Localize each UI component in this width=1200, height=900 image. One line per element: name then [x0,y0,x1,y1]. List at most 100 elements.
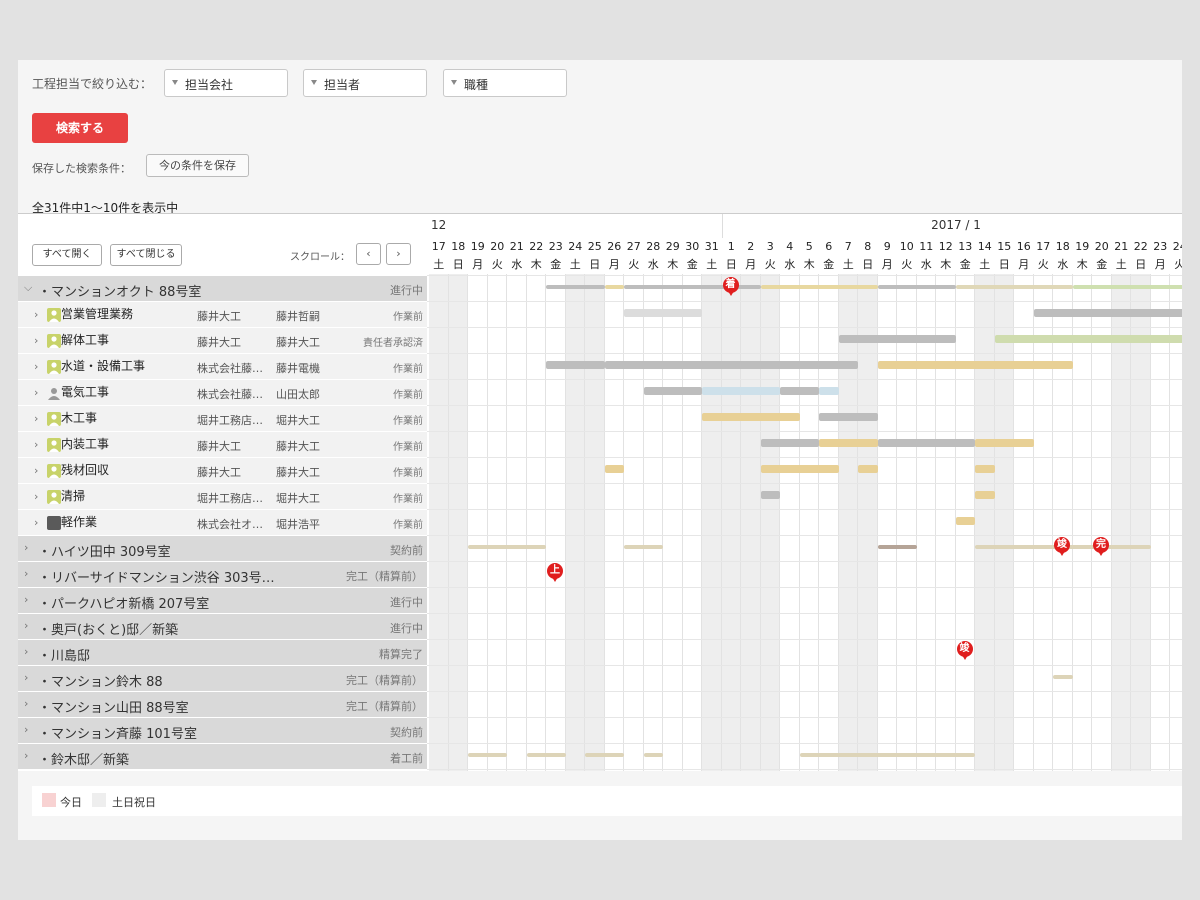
schedule-bar[interactable] [624,309,702,317]
schedule-bar[interactable] [1072,285,1182,289]
project-row[interactable]: › ・マンション斉藤 101号室 契約前 [18,718,427,744]
milestone-marker[interactable]: 着 [722,277,739,296]
schedule-bar[interactable] [546,285,605,289]
chevron-right-icon[interactable]: › [34,360,38,373]
schedule-bar[interactable] [604,285,624,289]
project-row[interactable]: › ・マンション鈴木 88 完工（精算前） [18,666,427,692]
chevron-right-icon[interactable]: › [24,567,28,580]
milestone-marker[interactable]: 竣 [956,641,973,660]
schedule-bar[interactable] [819,413,878,421]
task-row[interactable]: › 清掃 堀井工務店… 堀井大工 作業前 [18,484,427,510]
schedule-bar[interactable] [975,439,1034,447]
schedule-bar[interactable] [643,387,702,395]
day-header: 13 金 [956,238,976,274]
person-select[interactable]: 担当者 [303,69,427,97]
chevron-right-icon[interactable]: › [34,464,38,477]
schedule-bar[interactable] [955,517,975,525]
schedule-bar[interactable] [877,285,956,289]
schedule-bar[interactable] [760,465,839,473]
expand-all-button[interactable]: すべて開く [32,244,102,266]
legend: 今日 土日祝日 [32,786,1182,816]
project-row[interactable]: › ・鈴木邸／新築 着工前 [18,744,427,770]
chevron-right-icon[interactable]: › [24,593,28,606]
schedule-bar[interactable] [624,285,761,289]
task-person: 堀井浩平 [276,518,320,531]
task-row[interactable]: › 解体工事 藤井大工 藤井大工 責任者承認済 [18,328,427,354]
chevron-right-icon[interactable]: › [24,671,28,684]
schedule-bar[interactable] [643,753,663,757]
project-row[interactable]: › ・パークハピオ新橋 207号室 進行中 [18,588,427,614]
schedule-bar[interactable] [468,753,507,757]
company-select[interactable]: 担当会社 [164,69,288,97]
job-select[interactable]: 職種 [443,69,567,97]
schedule-bar[interactable] [702,413,800,421]
milestone-marker[interactable]: 完 [1093,537,1109,556]
task-row[interactable]: › 軽作業 株式会社オ… 堀井浩平 作業前 [18,510,427,536]
chevron-down-icon[interactable]: ⌵ [24,281,32,295]
milestone-marker[interactable]: 竣 [1054,537,1070,556]
task-row[interactable]: › 営業管理業務 藤井大工 藤井哲嗣 作業前 [18,302,427,328]
task-row[interactable]: › 内装工事 藤井大工 藤井大工 作業前 [18,432,427,458]
chevron-right-icon[interactable]: › [34,334,38,347]
schedule-bar[interactable] [702,387,780,395]
chevron-down-icon [451,80,457,85]
row-gridline [427,483,1182,484]
schedule-bar[interactable] [760,491,780,499]
chevron-right-icon[interactable]: › [24,619,28,632]
schedule-bar[interactable] [760,285,878,289]
task-row[interactable]: › 水道・設備工事 株式会社藤… 藤井電機 作業前 [18,354,427,380]
schedule-bar[interactable] [819,439,878,447]
chevron-right-icon[interactable]: › [34,438,38,451]
task-row[interactable]: › 木工事 堀井工務店… 堀井大工 作業前 [18,406,427,432]
schedule-bar[interactable] [468,545,546,549]
schedule-bar[interactable] [760,439,819,447]
schedule-bar[interactable] [546,361,605,369]
chevron-right-icon[interactable]: › [24,723,28,736]
project-row[interactable]: › ・奥戸(おくと)邸／新築 進行中 [18,614,427,640]
schedule-bar[interactable] [604,361,858,369]
milestone-marker[interactable]: 上 [547,563,563,582]
schedule-bar[interactable] [877,545,917,549]
schedule-bar[interactable] [526,753,566,757]
chevron-right-icon[interactable]: › [24,541,28,554]
default-avatar-icon [47,490,61,504]
schedule-bar[interactable] [955,285,1073,289]
schedule-bar[interactable] [877,361,1073,369]
schedule-bar[interactable] [585,753,624,757]
schedule-bar[interactable] [1033,309,1182,317]
project-row[interactable]: › ・リバーサイドマンション渋谷 303号… 完工（精算前） [18,562,427,588]
schedule-bar[interactable] [975,491,995,499]
collapse-all-button[interactable]: すべて閉じる [110,244,182,266]
schedule-bar[interactable] [819,387,839,395]
chevron-right-icon[interactable]: › [24,749,28,762]
schedule-bar[interactable] [780,387,819,395]
project-row[interactable]: › ・マンション山田 88号室 完工（精算前） [18,692,427,718]
weekday-label: 金 [1096,258,1108,271]
schedule-bar[interactable] [994,335,1182,343]
task-row[interactable]: › 残材回収 藤井大工 藤井大工 作業前 [18,458,427,484]
chevron-right-icon[interactable]: › [34,412,38,425]
schedule-bar[interactable] [799,753,975,757]
schedule-bar[interactable] [877,439,975,447]
chevron-right-icon[interactable]: › [24,697,28,710]
save-conditions-button[interactable]: 今の条件を保存 [146,154,249,177]
chevron-right-icon[interactable]: › [34,516,38,529]
project-row[interactable]: › ・川島邸 精算完了 [18,640,427,666]
scroll-prev-button[interactable]: ‹ [356,243,381,265]
chevron-right-icon[interactable]: › [24,645,28,658]
schedule-bar[interactable] [858,465,878,473]
schedule-bar[interactable] [975,465,995,473]
scroll-next-button[interactable]: › [386,243,411,265]
search-button[interactable]: 検索する [32,113,128,143]
schedule-bar[interactable] [1053,675,1073,679]
chevron-right-icon[interactable]: › [34,490,38,503]
task-row[interactable]: › 電気工事 株式会社藤… 山田太郎 作業前 [18,380,427,406]
day-column [546,274,566,771]
schedule-bar[interactable] [624,545,663,549]
schedule-bar[interactable] [838,335,956,343]
project-row[interactable]: ⌵ ・マンションオクト 88号室 進行中 [18,276,427,302]
chevron-right-icon[interactable]: › [34,308,38,321]
schedule-bar[interactable] [604,465,624,473]
chevron-right-icon[interactable]: › [34,386,38,399]
project-row[interactable]: › ・ハイツ田中 309号室 契約前 [18,536,427,562]
